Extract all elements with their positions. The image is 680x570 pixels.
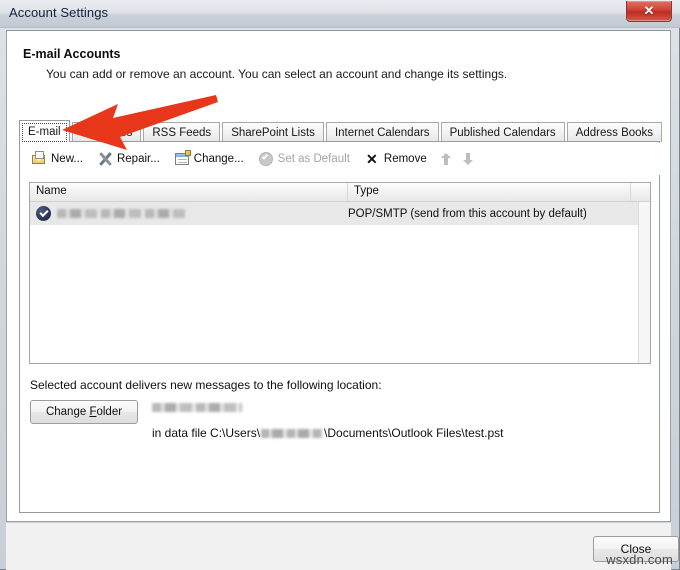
- screenshot-root: Account Settings ✕ E-mail Accounts You c…: [0, 0, 680, 570]
- tab-sharepoint-lists[interactable]: SharePoint Lists: [222, 122, 324, 142]
- tab-address-books[interactable]: Address Books: [566, 122, 663, 142]
- tab-strip: E-mail Data Files RSS Feeds SharePoint L…: [19, 120, 663, 142]
- window-close-button[interactable]: ✕: [626, 1, 672, 22]
- tab-data-files[interactable]: Data Files: [71, 122, 142, 142]
- list-scrollbar[interactable]: [638, 202, 650, 363]
- repair-tools-icon: [97, 151, 113, 167]
- accounts-toolbar: New... Repair... Change... Set as Defaul…: [21, 143, 660, 175]
- remove-x-icon: ✕: [366, 151, 378, 167]
- tab-page-email: New... Repair... Change... Set as Defaul…: [19, 141, 660, 513]
- table-row[interactable]: POP/SMTP (send from this account by defa…: [30, 202, 650, 225]
- move-down-icon[interactable]: [462, 153, 473, 165]
- data-file-suffix: \Documents\Outlook Files\test.pst: [324, 426, 504, 440]
- set-as-default-button: Set as Default: [258, 151, 350, 167]
- delivery-location-label: Selected account delivers new messages t…: [30, 378, 382, 392]
- close-x-icon: ✕: [643, 3, 655, 18]
- move-up-icon[interactable]: [440, 153, 451, 165]
- tab-published-calendars[interactable]: Published Calendars: [440, 122, 565, 142]
- change-account-label: Change...: [193, 153, 244, 165]
- tab-email[interactable]: E-mail: [19, 120, 70, 142]
- data-file-user-redacted: [261, 428, 324, 438]
- repair-account-label: Repair...: [116, 153, 160, 165]
- data-file-path: in data file C:\Users\ \Documents\Outloo…: [152, 426, 503, 440]
- accounts-list-header: Name Type: [30, 183, 650, 202]
- remove-account-button[interactable]: ✕ Remove: [364, 151, 427, 167]
- title-bar: Account Settings ✕: [0, 0, 680, 28]
- dialog-footer: [6, 522, 671, 570]
- tab-sharepoint-lists-label: SharePoint Lists: [231, 126, 315, 139]
- check-circle-icon: [36, 206, 51, 221]
- column-header-name[interactable]: Name: [30, 183, 348, 201]
- account-settings-window: Account Settings ✕ E-mail Accounts You c…: [0, 0, 680, 570]
- window-title: Account Settings: [9, 5, 109, 20]
- account-name-cell: [30, 206, 348, 221]
- new-mail-icon: [31, 151, 47, 167]
- page-subtitle: You can add or remove an account. You ca…: [46, 67, 508, 81]
- set-as-default-label: Set as Default: [277, 153, 350, 165]
- account-type-cell: POP/SMTP (send from this account by defa…: [348, 207, 587, 220]
- column-header-type[interactable]: Type: [348, 183, 631, 201]
- new-account-label: New...: [51, 153, 83, 165]
- tab-internet-calendars[interactable]: Internet Calendars: [325, 122, 439, 142]
- tab-rss-feeds-label: RSS Feeds: [152, 126, 212, 139]
- change-folder-label: Change Folder: [45, 406, 123, 418]
- repair-account-button[interactable]: Repair...: [97, 151, 160, 167]
- change-folder-button[interactable]: Change Folder: [30, 400, 138, 424]
- column-header-filler: [631, 183, 650, 201]
- new-account-button[interactable]: New...: [31, 151, 83, 167]
- account-name-redacted: [57, 209, 185, 218]
- tab-internet-calendars-label: Internet Calendars: [334, 126, 430, 139]
- tab-data-files-label: Data Files: [80, 126, 133, 139]
- change-account-button[interactable]: Change...: [174, 150, 244, 167]
- data-file-prefix: in data file C:\Users\: [152, 426, 261, 440]
- remove-account-label: Remove: [383, 153, 427, 165]
- tab-rss-feeds[interactable]: RSS Feeds: [143, 122, 221, 142]
- change-settings-icon: [174, 150, 191, 167]
- tab-address-books-label: Address Books: [575, 126, 654, 139]
- page-title: E-mail Accounts: [23, 47, 121, 61]
- delivery-folder-redacted: [152, 403, 242, 412]
- accounts-listbox[interactable]: Name Type POP/SMTP (send from this accou…: [29, 182, 651, 364]
- tab-email-label: E-mail: [28, 125, 61, 138]
- check-circle-icon: [258, 151, 274, 167]
- watermark: wsxdn.com: [606, 552, 673, 567]
- dialog-content-panel: E-mail Accounts You can add or remove an…: [6, 30, 671, 522]
- tab-published-calendars-label: Published Calendars: [449, 126, 556, 139]
